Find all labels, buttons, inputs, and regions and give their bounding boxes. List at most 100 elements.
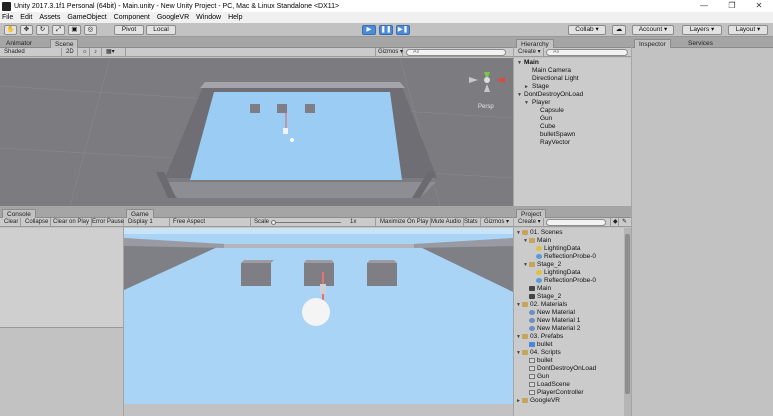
pause-button[interactable]: ❚❚ [379, 25, 393, 35]
hierarchy-item[interactable]: Player [532, 99, 550, 107]
layout-dropdown[interactable]: Layout ▾ [728, 25, 768, 35]
step-button[interactable]: ▶❚ [396, 25, 410, 35]
project-item[interactable]: LightingData [536, 269, 581, 277]
rect-tool-button[interactable]: ▣ [68, 25, 81, 35]
project-item[interactable]: PlayerController [529, 389, 584, 397]
scene-gizmos-dropdown[interactable]: Gizmos ▾ [375, 48, 403, 57]
tab-hierarchy[interactable]: Hierarchy [516, 39, 554, 48]
project-scrollbar[interactable] [624, 228, 631, 416]
close-button[interactable]: ✕ [745, 0, 773, 12]
project-item[interactable]: Gun [529, 373, 549, 381]
local-button[interactable]: Local [146, 25, 176, 35]
menu-file[interactable]: File [2, 14, 13, 21]
2d-toggle[interactable]: 2D [64, 48, 78, 57]
mute-audio-button[interactable]: Mute Audio [429, 218, 465, 227]
hand-tool-button[interactable]: ✋ [4, 25, 17, 35]
tab-inspector[interactable]: Inspector [634, 39, 671, 48]
maximize-button[interactable]: ❐ [718, 0, 746, 12]
tree-expand-arrow-icon[interactable]: ▼ [516, 301, 521, 309]
minimize-button[interactable]: — [690, 0, 718, 12]
menu-window[interactable]: Window [196, 14, 221, 21]
scene-viewport[interactable]: Persp [0, 58, 513, 206]
transform-tool-button[interactable]: ◎ [84, 25, 97, 35]
tree-expand-arrow-icon[interactable]: ▼ [517, 91, 522, 99]
tab-console[interactable]: Console [2, 209, 36, 218]
scale-slider-handle[interactable] [271, 220, 276, 225]
project-item[interactable]: ReflectionProbe-0 [536, 253, 596, 261]
console-clear-on-play-button[interactable]: Clear on Play [51, 218, 93, 227]
tree-expand-arrow-icon[interactable]: ▼ [516, 349, 521, 357]
filter-type-icon[interactable]: ◆ [610, 218, 619, 227]
game-viewport[interactable] [124, 228, 513, 404]
persp-label[interactable]: Persp [478, 104, 494, 110]
hierarchy-item[interactable]: Cube [540, 123, 556, 131]
play-button[interactable]: ▶ [362, 25, 376, 35]
project-item[interactable]: 04. Scripts [522, 349, 561, 357]
hierarchy-item[interactable]: Directional Light [532, 75, 579, 83]
hierarchy-item[interactable]: bulletSpawn [540, 131, 575, 139]
hierarchy-create-dropdown[interactable]: Create ▾ [516, 48, 544, 57]
scale-tool-button[interactable]: ⤢ [52, 25, 65, 35]
menu-googlevr[interactable]: GoogleVR [157, 14, 189, 21]
rotate-tool-button[interactable]: ↻ [36, 25, 49, 35]
maximize-on-play-button[interactable]: Maximize On Play [378, 218, 432, 227]
project-item[interactable]: DontDestroyOnLoad [529, 365, 596, 373]
tree-expand-arrow-icon[interactable]: ▼ [523, 237, 528, 245]
cloud-icon[interactable]: ☁ [612, 25, 626, 35]
tree-expand-arrow-icon[interactable]: ▼ [517, 59, 522, 67]
project-item[interactable]: Main [529, 285, 551, 293]
project-search-input[interactable] [546, 219, 606, 226]
shading-dropdown[interactable]: Shaded [2, 48, 62, 57]
project-item[interactable]: Main [529, 237, 551, 245]
project-item[interactable]: New Material [529, 309, 575, 317]
tree-expand-arrow-icon[interactable]: ► [516, 397, 521, 405]
project-item[interactable]: 01. Scenes [522, 229, 563, 237]
hierarchy-item[interactable]: RayVector [540, 139, 570, 147]
hierarchy-item[interactable]: Main Camera [532, 67, 571, 75]
lighting-toggle-icon[interactable]: ☼ [80, 48, 90, 57]
project-create-dropdown[interactable]: Create ▾ [516, 218, 544, 227]
pivot-button[interactable]: Pivot [114, 25, 144, 35]
layers-dropdown[interactable]: Layers ▾ [682, 25, 722, 35]
hierarchy-item[interactable]: Capsule [540, 107, 564, 115]
stats-button[interactable]: Stats [462, 218, 481, 227]
filter-label-icon[interactable]: ✎ [620, 218, 629, 227]
project-item[interactable]: 02. Materials [522, 301, 567, 309]
menu-gameobject[interactable]: GameObject [67, 14, 106, 21]
tree-expand-arrow-icon[interactable]: ▼ [516, 333, 521, 341]
hierarchy-item[interactable]: Main [524, 59, 539, 67]
console-error-pause-button[interactable]: Error Pause [90, 218, 128, 227]
hierarchy-item[interactable]: Stage [532, 83, 549, 91]
move-tool-button[interactable]: ✥ [20, 25, 33, 35]
collab-dropdown[interactable]: Collab ▾ [568, 25, 606, 35]
hierarchy-item[interactable]: Gun [540, 115, 552, 123]
audio-toggle-icon[interactable]: ♪ [92, 48, 102, 57]
account-dropdown[interactable]: Account ▾ [632, 25, 674, 35]
menu-help[interactable]: Help [228, 14, 242, 21]
project-item[interactable]: LoadScene [529, 381, 570, 389]
scene-search-input[interactable]: All [406, 49, 506, 56]
project-item[interactable]: 03. Prefabs [522, 333, 563, 341]
project-item[interactable]: GoogleVR [522, 397, 560, 405]
tab-scene[interactable]: Scene [50, 39, 79, 48]
project-item[interactable]: bullet [529, 357, 553, 365]
display-dropdown[interactable]: Display 1 [126, 218, 170, 227]
menu-component[interactable]: Component [114, 14, 150, 21]
console-collapse-button[interactable]: Collapse [23, 218, 52, 227]
console-clear-button[interactable]: Clear [2, 218, 22, 227]
tab-services[interactable]: Services [684, 39, 717, 48]
hierarchy-search-input[interactable]: All [546, 49, 628, 56]
tree-expand-arrow-icon[interactable]: ► [524, 83, 529, 91]
scale-slider-track[interactable] [271, 222, 341, 223]
project-scrollbar-thumb[interactable] [625, 234, 630, 394]
project-item[interactable]: New Material 1 [529, 317, 580, 325]
game-gizmos-dropdown[interactable]: Gizmos ▾ [482, 218, 511, 227]
hierarchy-item[interactable]: DontDestroyOnLoad [524, 91, 583, 99]
tab-project[interactable]: Project [516, 209, 547, 218]
project-item[interactable]: New Material 2 [529, 325, 580, 333]
project-item[interactable]: bullet [529, 341, 553, 349]
tab-game[interactable]: Game [126, 209, 154, 218]
tree-expand-arrow-icon[interactable]: ▼ [523, 261, 528, 269]
project-item[interactable]: LightingData [536, 245, 581, 253]
menu-edit[interactable]: Edit [20, 14, 32, 21]
